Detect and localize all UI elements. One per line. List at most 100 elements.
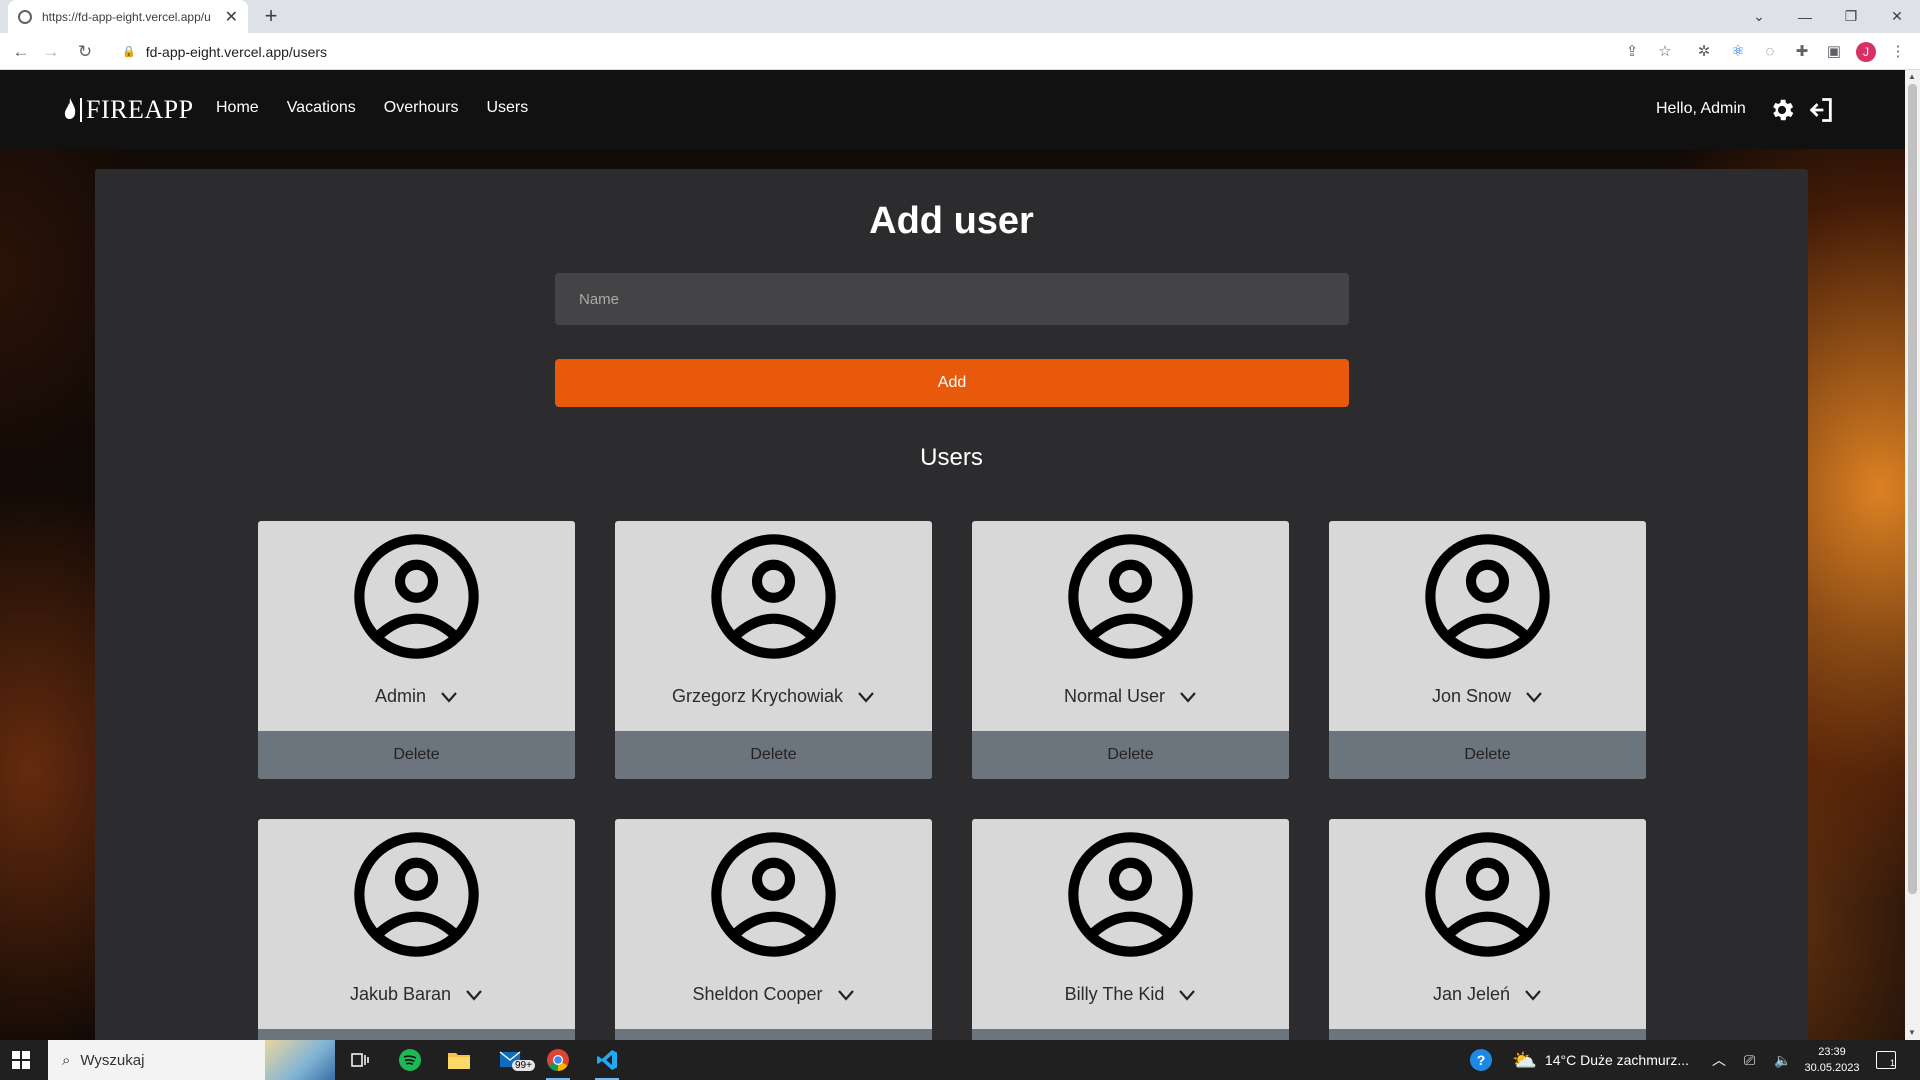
- user-name: Normal User: [1063, 686, 1165, 706]
- add-user-panel: Add user Add Users Admin Delete Grzegorz…: [95, 169, 1808, 1040]
- user-card: Billy The Kid Delete: [972, 819, 1289, 1040]
- chevron-down-icon[interactable]: [837, 989, 855, 1001]
- user-name-toggle[interactable]: Jan Jeleń: [1329, 984, 1646, 1005]
- user-card: Grzegorz Krychowiak Delete: [615, 521, 932, 779]
- delete-user-button[interactable]: Delete: [258, 731, 575, 779]
- chevron-down-icon[interactable]: [465, 989, 483, 1001]
- app-page: FIREAPP Home Vacations Overhours Users H…: [0, 70, 1905, 1040]
- browser-tab-strip: https://fd-app-eight.vercel.app/u ✕ + ⌄ …: [0, 0, 1920, 33]
- share-icon[interactable]: ⇪: [1622, 42, 1642, 62]
- forward-icon[interactable]: →: [39, 40, 63, 64]
- chrome-icon[interactable]: [538, 1044, 578, 1080]
- taskbar-search-box[interactable]: ⌕ Wyszukaj: [48, 1040, 335, 1080]
- add-button[interactable]: Add: [555, 359, 1349, 407]
- volume-icon[interactable]: 🔈: [1774, 1040, 1791, 1080]
- browser-menu-icon[interactable]: ⋮: [1888, 42, 1908, 62]
- tray-chevron-up-icon[interactable]: ︿: [1712, 1040, 1726, 1080]
- nav-link-home[interactable]: Home: [216, 99, 259, 117]
- tab-search-icon[interactable]: ⌄: [1736, 0, 1782, 33]
- close-window-button[interactable]: ✕: [1874, 0, 1920, 33]
- nav-link-vacations[interactable]: Vacations: [287, 99, 356, 117]
- chevron-down-icon[interactable]: [1525, 691, 1543, 703]
- user-name-toggle[interactable]: Sheldon Cooper: [615, 984, 932, 1005]
- user-name-toggle[interactable]: Jon Snow: [1329, 686, 1646, 707]
- browser-toolbar: ← → ↻ 🔒 fd-app-eight.vercel.app/users ⇪ …: [0, 33, 1920, 70]
- new-tab-button[interactable]: +: [258, 3, 284, 29]
- page-scrollbar[interactable]: ▲ ▼: [1905, 70, 1920, 1040]
- scroll-up-arrow-icon[interactable]: ▲: [1908, 72, 1916, 81]
- profile-avatar[interactable]: J: [1856, 42, 1876, 62]
- delete-user-button[interactable]: Delete: [972, 731, 1289, 779]
- vscode-icon[interactable]: [587, 1044, 627, 1080]
- tab-title: https://fd-app-eight.vercel.app/u: [42, 9, 211, 24]
- file-explorer-icon[interactable]: [439, 1044, 479, 1076]
- delete-user-button[interactable]: Delete: [615, 731, 932, 779]
- extension-circle-icon[interactable]: ◌: [1760, 42, 1780, 62]
- extensions-puzzle-icon[interactable]: ✚: [1792, 42, 1812, 62]
- chevron-down-icon[interactable]: [857, 691, 875, 703]
- delete-user-button[interactable]: Delete: [1329, 731, 1646, 779]
- network-icon[interactable]: ⎚: [1744, 1040, 1755, 1080]
- scroll-down-arrow-icon[interactable]: ▼: [1908, 1028, 1916, 1037]
- user-name-toggle[interactable]: Grzegorz Krychowiak: [615, 686, 932, 707]
- user-name: Sheldon Cooper: [692, 984, 823, 1004]
- nav-link-users[interactable]: Users: [486, 99, 528, 117]
- reload-icon[interactable]: ↻: [73, 40, 97, 64]
- browser-tab[interactable]: https://fd-app-eight.vercel.app/u ✕: [8, 0, 248, 33]
- user-avatar-icon: [354, 534, 479, 659]
- chevron-down-icon[interactable]: [1178, 989, 1196, 1001]
- user-name: Billy The Kid: [1064, 984, 1165, 1004]
- side-panel-icon[interactable]: ▣: [1824, 42, 1844, 62]
- back-icon[interactable]: ←: [9, 40, 33, 64]
- user-avatar-icon: [1425, 534, 1550, 659]
- logo-divider: [80, 98, 82, 122]
- mail-icon[interactable]: 99+: [492, 1044, 535, 1076]
- delete-user-button[interactable]: Delete: [615, 1029, 932, 1040]
- user-name: Grzegorz Krychowiak: [671, 686, 844, 706]
- chevron-down-icon[interactable]: [440, 691, 458, 703]
- close-tab-icon[interactable]: ✕: [225, 7, 238, 27]
- flame-icon: [64, 98, 76, 120]
- user-name-toggle[interactable]: Normal User: [972, 686, 1289, 707]
- user-name: Jakub Baran: [349, 984, 452, 1004]
- taskbar-clock[interactable]: 23:39 30.05.2023: [1800, 1044, 1864, 1076]
- weather-widget[interactable]: ⛅ 14°C Duże zachmurz...: [1512, 1040, 1689, 1080]
- user-name: Admin: [374, 686, 427, 706]
- scrollbar-thumb[interactable]: [1908, 84, 1917, 894]
- lock-icon[interactable]: 🔒: [122, 45, 136, 58]
- logout-icon[interactable]: [1807, 96, 1835, 124]
- windows-start-icon[interactable]: [12, 1051, 30, 1069]
- delete-user-button[interactable]: Delete: [1329, 1029, 1646, 1040]
- user-card: Admin Delete: [258, 521, 575, 779]
- user-avatar-icon: [1068, 534, 1193, 659]
- clock-time: 23:39: [1818, 1046, 1846, 1058]
- bookmark-star-icon[interactable]: ☆: [1655, 42, 1675, 62]
- restore-button[interactable]: ❐: [1828, 0, 1874, 33]
- extension-bug-icon[interactable]: ✲: [1694, 42, 1714, 62]
- minimize-button[interactable]: —: [1782, 0, 1828, 33]
- chevron-down-icon[interactable]: [1179, 691, 1197, 703]
- chevron-down-icon[interactable]: [1524, 989, 1542, 1001]
- user-avatar-icon: [711, 832, 836, 957]
- extension-react-icon[interactable]: ⚛: [1728, 42, 1748, 62]
- delete-user-button[interactable]: Delete: [972, 1029, 1289, 1040]
- weather-text: 14°C Duże zachmurz...: [1544, 1052, 1690, 1068]
- fireapp-logo[interactable]: FIREAPP: [64, 95, 194, 125]
- user-name-toggle[interactable]: Billy The Kid: [972, 984, 1289, 1005]
- taskbar-search-label: Wyszukaj: [80, 1051, 145, 1069]
- user-avatar-icon: [354, 832, 479, 957]
- notification-center-icon[interactable]: 1: [1876, 1040, 1896, 1080]
- address-bar[interactable]: 🔒 fd-app-eight.vercel.app/users: [108, 37, 1688, 66]
- user-name-toggle[interactable]: Admin: [258, 686, 575, 707]
- main-nav: Home Vacations Overhours Users: [216, 99, 528, 117]
- search-icon: ⌕: [62, 1051, 71, 1069]
- globe-icon: [18, 9, 32, 24]
- user-name-toggle[interactable]: Jakub Baran: [258, 984, 575, 1005]
- task-view-icon[interactable]: [340, 1044, 380, 1076]
- spotify-icon[interactable]: [390, 1044, 430, 1076]
- settings-gear-icon[interactable]: [1768, 96, 1796, 124]
- nav-link-overhours[interactable]: Overhours: [384, 99, 459, 117]
- name-input[interactable]: [555, 273, 1349, 325]
- help-icon[interactable]: ?: [1470, 1040, 1492, 1080]
- delete-user-button[interactable]: Delete: [258, 1029, 575, 1040]
